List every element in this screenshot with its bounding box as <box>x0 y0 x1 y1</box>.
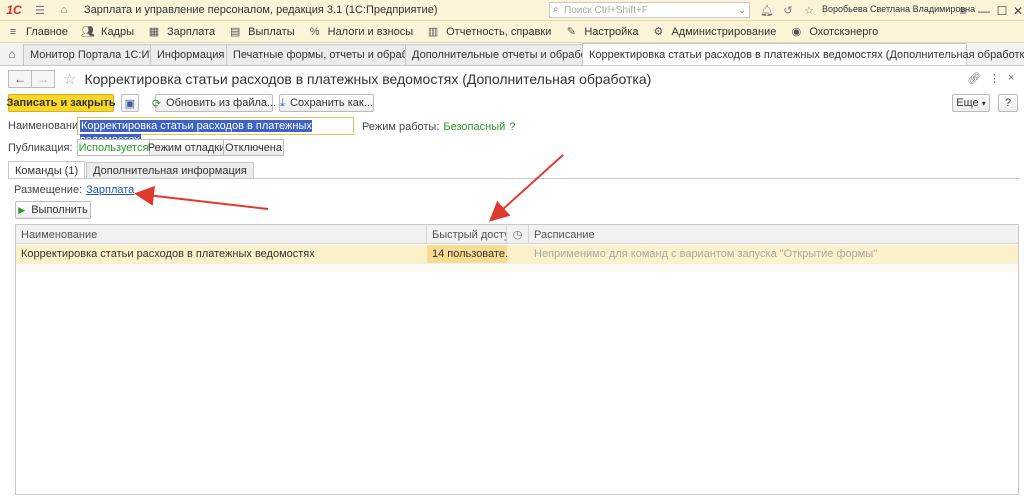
cell-name[interactable]: Корректировка статьи расходов в платежны… <box>16 245 427 263</box>
report-icon: ▥ <box>427 26 439 38</box>
publication-row: Публикация: <box>8 139 73 157</box>
window-tabs: ⌂ Монитор Портала 1С:ИТС× Информация× Пе… <box>0 43 1024 66</box>
bell-icon[interactable]: 🔔︎ <box>759 2 775 18</box>
forward-button[interactable]: → <box>31 70 55 88</box>
settings-icon[interactable]: ≡ <box>952 0 974 21</box>
chevron-down-icon: ▾ <box>981 98 986 108</box>
people-icon: 👥︎ <box>81 26 96 38</box>
more-vertical-icon[interactable]: ⋮ <box>989 72 1000 85</box>
menu-item-payments[interactable]: ▤ Выплаты <box>222 21 301 43</box>
menu-item-admin[interactable]: ⚙ Администрирование <box>645 21 783 43</box>
table-header: Наименование Быстрый доступ ◷ Расписание <box>16 225 1018 244</box>
update-from-file-button[interactable]: ⟳ Обновить из файла... <box>151 94 276 112</box>
mode-value-link[interactable]: Безопасный <box>443 121 505 133</box>
wallet-icon: ▤ <box>229 26 241 38</box>
mode-row: Режим работы: Безопасный? <box>362 121 515 133</box>
run-button[interactable]: ▶ Выполнить <box>15 201 91 219</box>
mode-label: Режим работы: <box>362 121 440 133</box>
publication-label: Публикация: <box>8 142 73 154</box>
publication-option-disabled[interactable]: Отключена <box>223 139 284 156</box>
global-search[interactable]: ⌕ ⌄ <box>549 2 750 18</box>
tab-commands[interactable]: Команды (1) <box>8 161 86 179</box>
commands-table: Наименование Быстрый доступ ◷ Расписание… <box>15 224 1019 495</box>
company-icon: ◉ <box>791 26 802 38</box>
column-header-schedule[interactable]: Расписание <box>529 225 1018 244</box>
favorite-star-icon[interactable]: ☆ <box>63 70 76 88</box>
chevron-down-icon[interactable]: ⌄ <box>735 5 749 16</box>
menu-item-hr[interactable]: 👥︎ Кадры <box>75 21 141 43</box>
publication-option-debug[interactable]: Режим отладки <box>148 139 225 156</box>
tab-additional-info[interactable]: Дополнительная информация <box>86 162 254 179</box>
tab-information[interactable]: Информация× <box>150 44 236 65</box>
menu-item-taxes[interactable]: % Налоги и взносы <box>302 21 421 43</box>
tab-print-forms[interactable]: Печатные формы, отчеты и обработки× <box>226 44 442 65</box>
hamburger-icon: ≡ <box>9 25 17 38</box>
section-menu: ≡ Главное 👥︎ Кадры ▦ Зарплата ▤ Выплаты % Нал… <box>0 21 1024 43</box>
app-title: Зарплата и управление персоналом, редакц… <box>84 4 438 16</box>
tab-current-processing[interactable]: Корректировка статьи расходов в платежны… <box>582 43 1024 65</box>
link-icon[interactable]: 🔗︎ <box>967 72 981 85</box>
placement-row: Размещение: Зарплата <box>14 184 134 196</box>
column-header-quick-access[interactable]: Быстрый доступ <box>427 225 507 244</box>
save-and-close-button[interactable]: Записать и закрыть <box>6 94 116 112</box>
cell-clock[interactable] <box>507 245 529 263</box>
mode-help-icon[interactable]: ? <box>509 121 515 133</box>
percent-icon: % <box>309 25 320 38</box>
help-button[interactable]: ? <box>998 94 1018 112</box>
search-input[interactable] <box>550 4 735 16</box>
arrow-right-icon: → <box>37 72 49 86</box>
refresh-file-icon: ⟳ <box>151 97 162 110</box>
download-icon: ⤓ <box>280 96 285 109</box>
cell-schedule[interactable]: Неприменимо для команд с вариантом запус… <box>529 245 1018 263</box>
more-button[interactable]: Еще ▾ <box>952 94 990 112</box>
close-icon[interactable]: ✕ <box>1007 0 1024 21</box>
home-icon[interactable]: ⌂ <box>0 43 24 65</box>
publication-option-used[interactable]: Используется <box>77 139 150 156</box>
arrow-to-quick-access <box>489 154 564 222</box>
close-form-icon[interactable]: × <box>1008 72 1014 84</box>
menu-item-company[interactable]: ◉ Охотскэнерго <box>783 21 885 43</box>
search-icon: ⌕ <box>553 4 559 15</box>
calculator-icon: ▦ <box>148 26 160 38</box>
tab-additional-reports[interactable]: Дополнительные отчеты и обработки× <box>405 44 614 65</box>
star-icon[interactable]: ☆ <box>801 2 817 18</box>
menu-item-settings[interactable]: ✎ Настройка <box>558 21 645 43</box>
form-tabs: Команды (1) Дополнительная информация <box>8 161 255 179</box>
name-field[interactable]: Корректировка статьи расходов в платежны… <box>77 117 354 146</box>
play-icon: ▶ <box>18 204 26 215</box>
menu-item-reports[interactable]: ▥ Отчетность, справки <box>420 21 558 43</box>
arrow-left-icon: ← <box>14 72 26 86</box>
arrow-to-placement <box>134 185 269 210</box>
home-icon[interactable]: ⌂ <box>56 2 72 18</box>
cell-quick-access[interactable]: 14 пользовате... <box>427 245 507 263</box>
form-header: ← → ☆ Корректировка статьи расходов в пл… <box>8 70 651 88</box>
placement-link[interactable]: Зарплата <box>86 184 134 196</box>
publication-switch: Используется Режим отладки Отключена <box>77 139 284 156</box>
placement-label: Размещение: <box>14 184 83 196</box>
tab-divider <box>8 178 1020 179</box>
name-row: Наименование: <box>8 117 87 135</box>
table-row[interactable]: Корректировка статьи расходов в платежны… <box>16 245 1018 263</box>
app-logo: 1С <box>6 3 22 17</box>
save-button[interactable]: ▣ <box>121 94 139 112</box>
table-empty-row <box>16 263 1018 272</box>
menu-item-salary[interactable]: ▦ Зарплата <box>141 21 222 43</box>
back-button[interactable]: ← <box>8 70 32 88</box>
column-header-clock[interactable]: ◷ <box>507 225 529 244</box>
menu-icon[interactable]: ☰ <box>32 2 48 18</box>
history-icon[interactable]: ↺ <box>780 2 796 18</box>
column-header-name[interactable]: Наименование <box>16 225 427 244</box>
clock-icon: ◷ <box>512 229 523 241</box>
tab-portal-monitor[interactable]: Монитор Портала 1С:ИТС× <box>23 44 176 65</box>
floppy-disk-icon: ▣ <box>124 97 136 110</box>
command-bar: Записать и закрыть ▣ ⟳ Обновить из файла.… <box>0 94 1024 112</box>
name-label: Наименование: <box>8 120 88 132</box>
wrench-icon: ✎ <box>566 26 576 38</box>
gear-icon: ⚙ <box>653 26 664 38</box>
page-title: Корректировка статьи расходов в платежны… <box>84 71 652 87</box>
save-as-button[interactable]: ⤓ Сохранить как... <box>279 94 374 112</box>
menu-item-main[interactable]: ≡ Главное <box>0 21 75 43</box>
